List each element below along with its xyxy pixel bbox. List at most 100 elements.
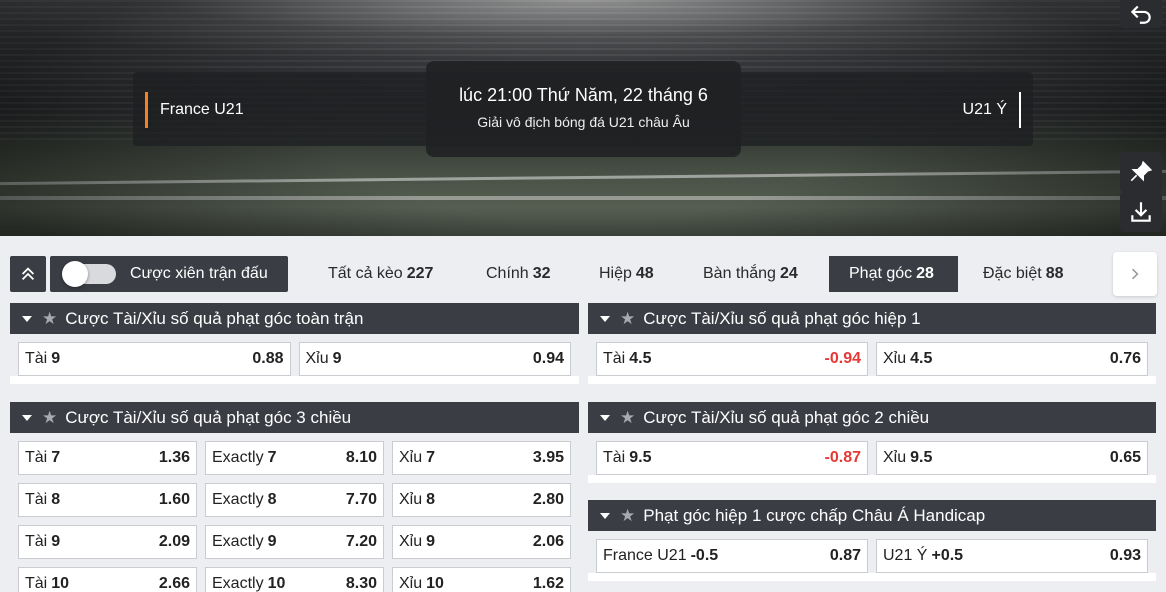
- odds-value: 7.20: [345, 533, 377, 550]
- chevron-right-icon: [1132, 268, 1139, 280]
- selection-label: Tài: [603, 350, 626, 367]
- selection-label: Tài: [25, 449, 48, 466]
- tab-half[interactable]: Hiệp 48: [579, 256, 674, 292]
- odds-cell[interactable]: Exactly 8 7.70: [205, 483, 384, 517]
- selection-line: 7: [426, 449, 436, 466]
- selection-line: 4.5: [629, 350, 652, 367]
- tab-all[interactable]: Tất cả kèo 227: [308, 256, 453, 292]
- odds-cell[interactable]: Tài 7 1.36: [18, 441, 197, 475]
- tab-corners[interactable]: Phạt góc 28: [829, 256, 958, 292]
- odds-value: 2.09: [158, 533, 190, 550]
- odds-value: -0.94: [824, 350, 861, 367]
- collapse-all-button[interactable]: [10, 256, 46, 292]
- match-datetime: lúc 21:00 Thứ Năm, 22 tháng 6: [459, 85, 708, 105]
- selection-line: 7: [267, 449, 277, 466]
- odds-cell[interactable]: Xỉu 9 0.94: [298, 342, 571, 376]
- odds-cell[interactable]: Tài 8 1.60: [18, 483, 197, 517]
- tabs-next-button[interactable]: [1113, 252, 1157, 296]
- selection-label: Tài: [25, 491, 48, 508]
- selection-line: 9: [426, 533, 436, 550]
- odds-row: Tài 7 1.36 Exactly 7 8.10 Xỉu 7 3.95: [18, 441, 571, 475]
- download-icon: [1131, 202, 1151, 222]
- odds-row: Tài 10 2.66 Exactly 10 8.30 Xỉu 10 1.62: [18, 567, 571, 592]
- tab-special[interactable]: Đặc biệt 88: [963, 256, 1084, 292]
- odds-cell[interactable]: Tài 9.5 -0.87: [596, 441, 868, 475]
- odds-cell[interactable]: Exactly 9 7.20: [205, 525, 384, 559]
- odds-cell[interactable]: Tài 9 2.09: [18, 525, 197, 559]
- selection-label: Xỉu: [399, 449, 423, 466]
- odds-value: 0.93: [1109, 547, 1141, 564]
- parlay-toggle[interactable]: Cược xiên trận đấu: [50, 256, 288, 292]
- odds-cell[interactable]: Tài 10 2.66: [18, 567, 197, 592]
- caret-down-icon: [600, 512, 610, 519]
- selection-line: 10: [267, 575, 286, 592]
- star-icon[interactable]: ★: [620, 309, 635, 329]
- market-corners-ou-half1: ★ Cược Tài/Xỉu số quả phạt góc hiệp 1 Tà…: [588, 303, 1156, 384]
- selection-label: Tài: [603, 449, 626, 466]
- market-body: Tài 9 0.88 Xỉu 9 0.94: [10, 334, 579, 376]
- selection-label: Exactly: [212, 533, 264, 550]
- selection-line: 9: [51, 533, 61, 550]
- tab-count: 24: [779, 265, 798, 282]
- market-corners-handicap-half1: ★ Phạt góc hiệp 1 cược chấp Châu Á Handi…: [588, 500, 1156, 581]
- market-header[interactable]: ★ Cược Tài/Xỉu số quả phạt góc hiệp 1: [588, 303, 1156, 334]
- selection-label: Exactly: [212, 491, 264, 508]
- market-body: Tài 9.5 -0.87 Xỉu 9.5 0.65: [588, 433, 1156, 475]
- selection-line: 7: [51, 449, 61, 466]
- selection-label: Tài: [25, 533, 48, 550]
- selection-label: France U21: [603, 547, 687, 564]
- tab-goals[interactable]: Bàn thắng 24: [683, 256, 818, 292]
- tab-label: Tất cả kèo: [328, 265, 403, 282]
- odds-cell[interactable]: Xỉu 7 3.95: [392, 441, 571, 475]
- odds-value: 2.80: [532, 491, 564, 508]
- star-icon[interactable]: ★: [620, 506, 635, 526]
- market-header[interactable]: ★ Cược Tài/Xỉu số quả phạt góc 2 chiều: [588, 402, 1156, 433]
- odds-cell[interactable]: Xỉu 9 2.06: [392, 525, 571, 559]
- odds-cell[interactable]: Xỉu 8 2.80: [392, 483, 571, 517]
- market-corners-ou-3way: ★ Cược Tài/Xỉu số quả phạt góc 3 chiều T…: [10, 402, 579, 592]
- selection-label: Xỉu: [305, 350, 329, 367]
- market-header[interactable]: ★ Cược Tài/Xỉu số quả phạt góc toàn trận: [10, 303, 579, 334]
- selection-line: 8: [426, 491, 436, 508]
- selection-label: Xỉu: [399, 575, 423, 592]
- tab-label: Bàn thắng: [703, 265, 776, 282]
- selection-label: Tài: [25, 575, 48, 592]
- odds-cell[interactable]: Exactly 10 8.30: [205, 567, 384, 592]
- selection-line: 4.5: [910, 350, 933, 367]
- collapse-up-icon: [21, 267, 35, 281]
- market-corners-ou-2way: ★ Cược Tài/Xỉu số quả phạt góc 2 chiều T…: [588, 402, 1156, 483]
- odds-cell[interactable]: U21 Ý +0.5 0.93: [876, 539, 1148, 573]
- match-hero: France U21 U21 Ý lúc 21:00 Thứ Năm, 22 t…: [0, 0, 1166, 236]
- pin-button[interactable]: [1120, 152, 1162, 192]
- star-icon[interactable]: ★: [42, 309, 57, 329]
- tab-main[interactable]: Chính 32: [466, 256, 571, 292]
- odds-row: Tài 9.5 -0.87 Xỉu 9.5 0.65: [596, 441, 1148, 475]
- download-button[interactable]: [1120, 192, 1162, 232]
- odds-cell[interactable]: Exactly 7 8.10: [205, 441, 384, 475]
- selection-label: Xỉu: [883, 350, 907, 367]
- selection-line: -0.5: [690, 547, 719, 564]
- odds-cell[interactable]: Xỉu 9.5 0.65: [876, 441, 1148, 475]
- odds-cell[interactable]: France U21 -0.5 0.87: [596, 539, 868, 573]
- caret-down-icon: [600, 414, 610, 421]
- odds-value: 8.10: [345, 449, 377, 466]
- odds-row: Tài 4.5 -0.94 Xỉu 4.5 0.76: [596, 342, 1148, 376]
- market-title: Cược Tài/Xỉu số quả phạt góc hiệp 1: [643, 308, 921, 328]
- odds-value: 3.95: [532, 449, 564, 466]
- odds-value: 2.66: [158, 575, 190, 592]
- star-icon[interactable]: ★: [42, 408, 57, 428]
- odds-cell[interactable]: Xỉu 10 1.62: [392, 567, 571, 592]
- market-header[interactable]: ★ Cược Tài/Xỉu số quả phạt góc 3 chiều: [10, 402, 579, 433]
- toggle-label: Cược xiên trận đấu: [130, 265, 268, 282]
- league-name: Giải vô địch bóng đá U21 châu Âu: [477, 114, 690, 130]
- market-header[interactable]: ★ Phạt góc hiệp 1 cược chấp Châu Á Handi…: [588, 500, 1156, 531]
- odds-cell[interactable]: Tài 9 0.88: [18, 342, 291, 376]
- toggle-switch[interactable]: [62, 261, 116, 287]
- odds-cell[interactable]: Xỉu 4.5 0.76: [876, 342, 1148, 376]
- back-button[interactable]: [1120, 0, 1162, 28]
- match-info: lúc 21:00 Thứ Năm, 22 tháng 6 Giải vô đị…: [426, 61, 741, 157]
- tab-count: 28: [916, 265, 934, 282]
- pin-icon: [1130, 160, 1153, 182]
- odds-cell[interactable]: Tài 4.5 -0.94: [596, 342, 868, 376]
- star-icon[interactable]: ★: [620, 408, 635, 428]
